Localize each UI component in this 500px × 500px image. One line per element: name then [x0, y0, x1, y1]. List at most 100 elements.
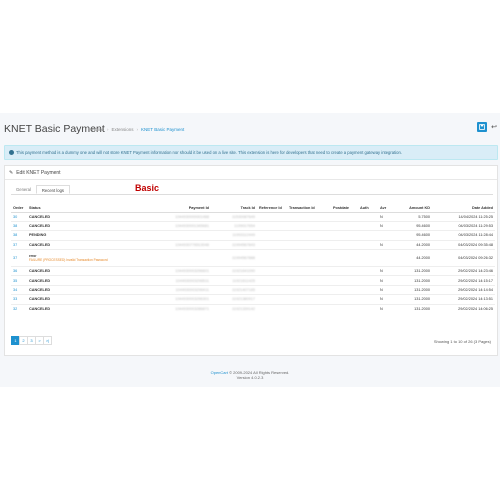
- status-cell: CANCELED: [27, 239, 135, 250]
- transaction-id-cell: [287, 211, 331, 222]
- column-header: Auth: [358, 204, 378, 213]
- save-icon: [479, 124, 485, 130]
- postdate-cell: [331, 220, 358, 231]
- save-button[interactable]: [477, 122, 487, 132]
- payment-id-cell: 1044930003296601: [135, 266, 211, 276]
- transaction-id-cell: [287, 249, 331, 267]
- avr-cell: N: [378, 220, 392, 231]
- amount-cell: 44.2000: [392, 249, 432, 267]
- table-row: 38 CANCELED 1044930001345681 1199017654 …: [11, 220, 495, 231]
- auth-cell: [358, 266, 378, 276]
- table-row: 35 CANCELED 1044930003296511 11921611425…: [11, 275, 495, 286]
- status-cell: CANCELED: [27, 284, 135, 295]
- auth-cell: [358, 211, 378, 222]
- payment-id-cell: [135, 230, 211, 241]
- order-link[interactable]: 35: [11, 275, 27, 286]
- column-header: Status: [27, 204, 135, 213]
- payment-id-cell: 1044930003296511: [135, 275, 211, 286]
- order-link[interactable]: 32: [11, 303, 27, 314]
- reference-id-cell: [257, 220, 287, 231]
- postdate-cell: [331, 303, 358, 314]
- table-header-row: Order Status Payment Id Track Id Referen…: [11, 204, 495, 213]
- order-link[interactable]: 38: [11, 220, 27, 231]
- date-added-cell: 29/02/2024 14:23:46: [432, 266, 495, 276]
- payment-id-cell: [135, 249, 211, 267]
- amount-cell: 5.7500: [392, 211, 432, 222]
- transaction-id-cell: [287, 275, 331, 286]
- table-row: 34 CANCELED 1044930003296411 11921407165…: [11, 284, 495, 295]
- reference-id-cell: [257, 211, 287, 222]
- date-added-cell: 14/04/2024 11:25:25: [432, 211, 495, 222]
- amount-cell: 131.2000: [392, 294, 432, 305]
- panel-heading: ✎ Edit KNET Payment: [5, 166, 497, 180]
- postdate-cell: [331, 266, 358, 276]
- page-last-button[interactable]: >|: [43, 336, 52, 345]
- transaction-id-cell: [287, 220, 331, 231]
- pagination: 1 2 3 > >|: [11, 336, 52, 345]
- order-link[interactable]: 37: [11, 249, 27, 267]
- footer: OpenCart © 2009-2024 All Rights Reserved…: [0, 370, 500, 380]
- order-link[interactable]: 34: [11, 284, 27, 295]
- reference-id-cell: [257, 230, 287, 241]
- column-header: Payment Id: [135, 204, 211, 213]
- reference-id-cell: [257, 266, 287, 276]
- breadcrumb-current[interactable]: KNET Basic Payment: [141, 127, 184, 132]
- avr-cell: N: [378, 266, 392, 276]
- date-added-cell: 29/02/2024 14:06:25: [432, 303, 495, 314]
- breadcrumb-separator: ›: [107, 127, 109, 132]
- amount-cell: 95.4600: [392, 230, 432, 241]
- date-added-cell: 29/02/2024 14:14:54: [432, 284, 495, 295]
- track-id-cell: 11921641090: [211, 266, 257, 276]
- amount-cell: 131.2000: [392, 303, 432, 314]
- back-button[interactable]: ↩: [490, 122, 498, 132]
- info-icon: [9, 150, 14, 155]
- payment-id-cell: 1044930001345681: [135, 220, 211, 231]
- avr-cell: N: [378, 284, 392, 295]
- reference-id-cell: [257, 275, 287, 286]
- reference-id-cell: [257, 239, 287, 250]
- status-cell: CANCELED: [27, 275, 135, 286]
- tab-general[interactable]: General: [11, 185, 36, 194]
- auth-cell: [358, 294, 378, 305]
- transaction-id-cell: [287, 284, 331, 295]
- payment-id-cell: 1044930003296411: [135, 284, 211, 295]
- breadcrumb-extensions[interactable]: Extensions: [112, 127, 134, 132]
- table-row: 32 CANCELED 1044930003286871 11921339142…: [11, 303, 495, 314]
- track-id-cell: 11921407165: [211, 284, 257, 295]
- breadcrumb-home[interactable]: Home: [92, 127, 104, 132]
- opencart-link[interactable]: OpenCart: [211, 370, 228, 375]
- avr-cell: N: [378, 303, 392, 314]
- tab-recent-logs[interactable]: Recent logs: [35, 185, 71, 194]
- order-link[interactable]: 33: [11, 294, 27, 305]
- date-added-cell: 04/03/2024 09:26:32: [432, 249, 495, 267]
- order-link[interactable]: 30: [11, 211, 27, 222]
- auth-cell: [358, 239, 378, 250]
- column-header: Transaction Id: [287, 204, 331, 213]
- table-row: 30 CANCELED 1044930000001468 11530087649…: [11, 211, 495, 222]
- error-detail: FAILURE (PROCESSED) Invalid Transaction …: [29, 258, 108, 263]
- track-id-cell: 11921380917: [211, 294, 257, 305]
- amount-cell: 44.2000: [392, 239, 432, 250]
- column-header: Reference Id: [257, 204, 287, 213]
- postdate-cell: [331, 239, 358, 250]
- footer-version: Version 4.0.2.3: [236, 375, 264, 380]
- tab-bar: General Recent logs: [11, 185, 71, 194]
- order-link[interactable]: 38: [11, 230, 27, 241]
- pencil-icon: ✎: [9, 169, 14, 176]
- avr-cell: [378, 249, 392, 267]
- breadcrumb-separator: ›: [136, 127, 139, 132]
- column-header: Postdate: [331, 204, 358, 213]
- reference-id-cell: [257, 303, 287, 314]
- order-link[interactable]: 37: [11, 239, 27, 250]
- status-cell: PENDING: [27, 230, 135, 241]
- tab-divider: [11, 194, 493, 195]
- auth-cell: [358, 284, 378, 295]
- date-added-cell: 29/02/2024 14:15:17: [432, 275, 495, 286]
- column-header: Avr: [378, 204, 392, 213]
- status-cell: CANCELED: [27, 220, 135, 231]
- status-cell: error FAILURE (PROCESSED) Invalid Transa…: [27, 249, 135, 267]
- reference-id-cell: [257, 249, 287, 267]
- order-link[interactable]: 36: [11, 266, 27, 276]
- payment-id-cell: 1044930000001468: [135, 211, 211, 222]
- column-header: Date Added: [432, 204, 495, 213]
